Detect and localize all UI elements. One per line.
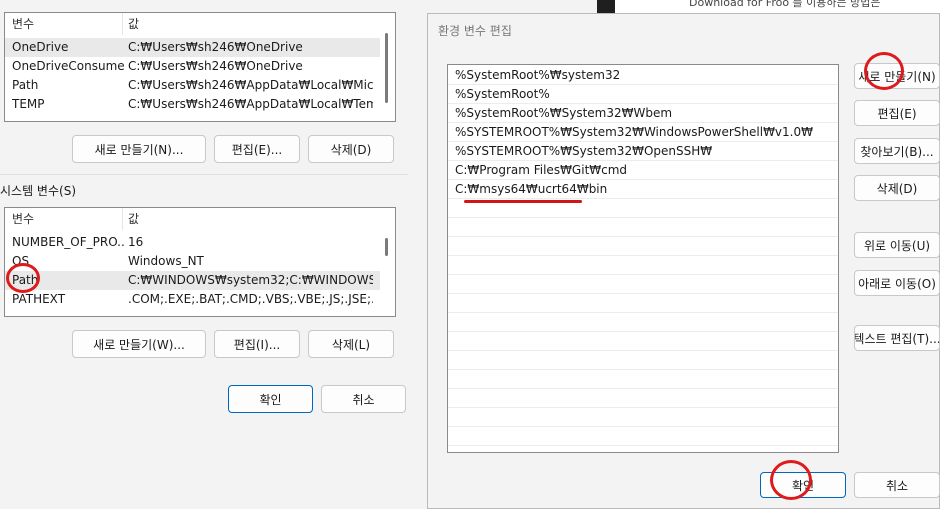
system-var-row[interactable]: PATHEXT .COM;.EXE;.BAT;.CMD;.VBS;.VBE;.J… — [5, 290, 380, 309]
edit-env-dialog: 환경 변수 편집 %SystemRoot%₩system32 %SystemRo… — [427, 13, 940, 509]
background-window-edge: Download for Froo 를 이용하는 방법은 — [597, 0, 940, 14]
user-var-row[interactable]: OneDrive C:₩Users₩sh246₩OneDrive — [5, 38, 380, 57]
empty-row[interactable] — [448, 427, 838, 446]
user-vars-list[interactable]: 변수 값 OneDrive C:₩Users₩sh246₩OneDrive On… — [4, 12, 396, 122]
user-edit-button[interactable]: 편집(E)... — [214, 135, 300, 163]
user-var-row[interactable]: OneDriveConsumer C:₩Users₩sh246₩OneDrive — [5, 57, 380, 76]
path-browse-button[interactable]: 찾아보기(B)... — [854, 138, 940, 164]
path-delete-button[interactable]: 삭제(D) — [854, 175, 940, 201]
path-entry[interactable]: C:₩Program Files₩Git₩cmd — [448, 161, 838, 180]
path-move-down-button[interactable]: 아래로 이동(O) — [854, 270, 940, 296]
empty-row[interactable] — [448, 256, 838, 275]
system-delete-button[interactable]: 삭제(L) — [308, 330, 394, 358]
user-var-name: Path — [12, 78, 39, 92]
user-col-value-header[interactable]: 값 — [128, 13, 139, 35]
path-move-up-button[interactable]: 위로 이동(U) — [854, 232, 940, 258]
path-entry[interactable]: %SystemRoot% — [448, 85, 838, 104]
empty-row[interactable] — [448, 332, 838, 351]
path-entry[interactable]: %SystemRoot%₩system32 — [448, 66, 838, 85]
dialog-cancel-button[interactable]: 취소 — [854, 472, 940, 498]
empty-row[interactable] — [448, 389, 838, 408]
user-var-name: OneDrive — [12, 40, 69, 54]
empty-row[interactable] — [448, 370, 838, 389]
system-var-value: 16 — [128, 235, 144, 249]
user-var-row[interactable]: TEMP C:₩Users₩sh246₩AppData₩Local₩Temp — [5, 95, 380, 114]
path-entry[interactable]: %SYSTEMROOT%₩System32₩OpenSSH₩ — [448, 142, 838, 161]
empty-row[interactable] — [448, 275, 838, 294]
path-edit-button[interactable]: 편집(E) — [854, 100, 940, 126]
user-col-name-header[interactable]: 변수 — [12, 13, 34, 35]
path-entries-list[interactable]: %SystemRoot%₩system32 %SystemRoot% %Syst… — [447, 64, 839, 453]
system-var-name: NUMBER_OF_PRO... — [12, 235, 124, 249]
user-var-value: C:₩Users₩sh246₩OneDrive — [128, 59, 303, 73]
system-var-row[interactable]: NUMBER_OF_PRO... 16 — [5, 233, 380, 252]
system-var-row[interactable]: OS Windows_NT — [5, 252, 380, 271]
system-new-button[interactable]: 새로 만들기(W)... — [72, 330, 206, 358]
annotation-circle-new — [864, 52, 904, 90]
path-entry[interactable]: C:₩msys64₩ucrt64₩bin — [448, 180, 838, 199]
env-ok-button[interactable]: 확인 — [228, 385, 313, 413]
empty-row[interactable] — [448, 313, 838, 332]
user-var-value: C:₩Users₩sh246₩AppData₩Local₩Temp — [128, 97, 373, 111]
system-vars-list[interactable]: 변수 값 NUMBER_OF_PRO... 16 OS Windows_NT P… — [4, 207, 396, 317]
section-divider — [0, 174, 408, 175]
system-var-value: C:₩WINDOWS₩system32;C:₩WINDOWS;C... — [128, 273, 373, 287]
system-col-value-header[interactable]: 값 — [128, 208, 139, 230]
empty-row[interactable] — [448, 294, 838, 313]
annotation-underline — [464, 200, 582, 203]
dialog-title: 환경 변수 편집 — [438, 24, 512, 38]
system-vars-title: 시스템 변수(S) — [0, 184, 76, 198]
env-vars-window: 변수 값 OneDrive C:₩Users₩sh246₩OneDrive On… — [0, 0, 425, 509]
background-window-text: Download for Froo 를 이용하는 방법은 — [689, 0, 881, 9]
user-var-name: TEMP — [12, 97, 45, 111]
user-list-scrollbar[interactable] — [385, 33, 388, 103]
system-var-value: .COM;.EXE;.BAT;.CMD;.VBS;.VBE;.JS;.JSE;.… — [128, 292, 373, 306]
empty-row[interactable] — [448, 408, 838, 427]
system-var-value: Windows_NT — [128, 254, 204, 268]
system-var-name: PATHEXT — [12, 292, 66, 306]
user-var-name: OneDriveConsumer — [12, 59, 124, 73]
empty-row[interactable] — [448, 237, 838, 256]
path-entry[interactable]: %SYSTEMROOT%₩System32₩WindowsPowerShell₩… — [448, 123, 838, 142]
annotation-circle-ok — [770, 460, 812, 500]
user-var-value: C:₩Users₩sh246₩OneDrive — [128, 40, 303, 54]
user-var-row[interactable]: Path C:₩Users₩sh246₩AppData₩Local₩Micros… — [5, 76, 380, 95]
background-window-border — [597, 0, 615, 14]
system-edit-button[interactable]: 편집(I)... — [214, 330, 300, 358]
path-edit-text-button[interactable]: 텍스트 편집(T)... — [854, 325, 940, 351]
column-divider — [122, 208, 123, 230]
path-entry[interactable]: %SystemRoot%₩System32₩Wbem — [448, 104, 838, 123]
column-divider — [122, 13, 123, 35]
system-list-scrollbar[interactable] — [385, 238, 388, 256]
system-col-name-header[interactable]: 변수 — [12, 208, 34, 230]
system-var-row[interactable]: Path C:₩WINDOWS₩system32;C:₩WINDOWS;C... — [5, 271, 380, 290]
user-new-button[interactable]: 새로 만들기(N)... — [72, 135, 206, 163]
annotation-circle-path — [6, 263, 40, 293]
empty-row[interactable] — [448, 351, 838, 370]
env-cancel-button[interactable]: 취소 — [321, 385, 406, 413]
user-var-value: C:₩Users₩sh246₩AppData₩Local₩Micros... — [128, 78, 373, 92]
user-delete-button[interactable]: 삭제(D) — [308, 135, 394, 163]
empty-row[interactable] — [448, 218, 838, 237]
